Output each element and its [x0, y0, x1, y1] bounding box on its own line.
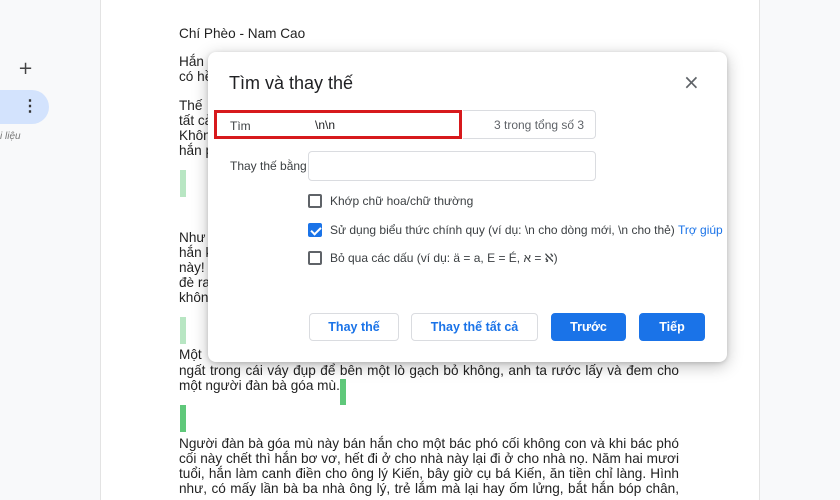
- option-label: Khớp chữ hoa/chữ thường: [330, 194, 474, 208]
- dialog-title: Tìm và thay thế: [229, 73, 354, 93]
- document-title: Chí Phèo - Nam Cao: [179, 26, 306, 41]
- left-sidebar: + ⋮ i liệu: [0, 0, 100, 500]
- sidebar-tab-active[interactable]: ⋮: [0, 90, 49, 124]
- doc-line: như, có mấy lần bà ba nhà ông lý, trẻ lắ…: [179, 481, 679, 496]
- option-label: Bỏ qua các dấu (ví dụ: ä = a, E = É, א =…: [330, 251, 558, 265]
- match-highlight: [180, 317, 186, 344]
- doc-line: ngất trong cái váy đụp để bên một lò gạc…: [179, 363, 679, 378]
- match-highlight-current: [180, 405, 186, 432]
- replace-button[interactable]: Thay thế: [309, 313, 399, 341]
- next-button[interactable]: Tiếp: [639, 313, 705, 341]
- sidebar-label: i liệu: [0, 131, 21, 142]
- match-highlight: [180, 170, 186, 197]
- find-replace-dialog: Tìm và thay thế × 3 trong tổng số 3 Tìm …: [208, 52, 727, 362]
- regex-checkbox[interactable]: [308, 223, 322, 237]
- doc-line: cối này chết thì hắn bơ vơ, hết đi ở cho…: [179, 451, 679, 466]
- previous-button[interactable]: Trước: [551, 313, 626, 341]
- doc-line: một người đàn bà góa mù.: [179, 378, 340, 393]
- replace-all-button[interactable]: Thay thế tất cả: [411, 313, 538, 341]
- close-icon[interactable]: ×: [683, 70, 700, 94]
- find-field-highlight[interactable]: [214, 110, 462, 139]
- help-link[interactable]: Trợ giúp: [678, 223, 723, 237]
- option-label: Sử dụng biểu thức chính quy (ví dụ: \n c…: [330, 223, 675, 237]
- option-label-wrap: Sử dụng biểu thức chính quy (ví dụ: \n c…: [330, 223, 723, 237]
- more-vert-icon[interactable]: ⋮: [22, 96, 38, 116]
- replace-input[interactable]: [308, 151, 596, 181]
- add-icon[interactable]: +: [18, 58, 33, 79]
- match-case-checkbox[interactable]: [308, 194, 322, 208]
- match-highlight-current: [340, 379, 346, 405]
- doc-line: tuổi, hắn làm canh điền cho ông lý Kiến,…: [179, 466, 679, 481]
- ignore-diacritics-checkbox[interactable]: [308, 251, 322, 265]
- replace-label: Thay thế bằng: [230, 159, 307, 173]
- match-count: 3 trong tổng số 3: [494, 118, 585, 132]
- doc-line: Người đàn bà góa mù này bán hắn cho một …: [179, 436, 679, 451]
